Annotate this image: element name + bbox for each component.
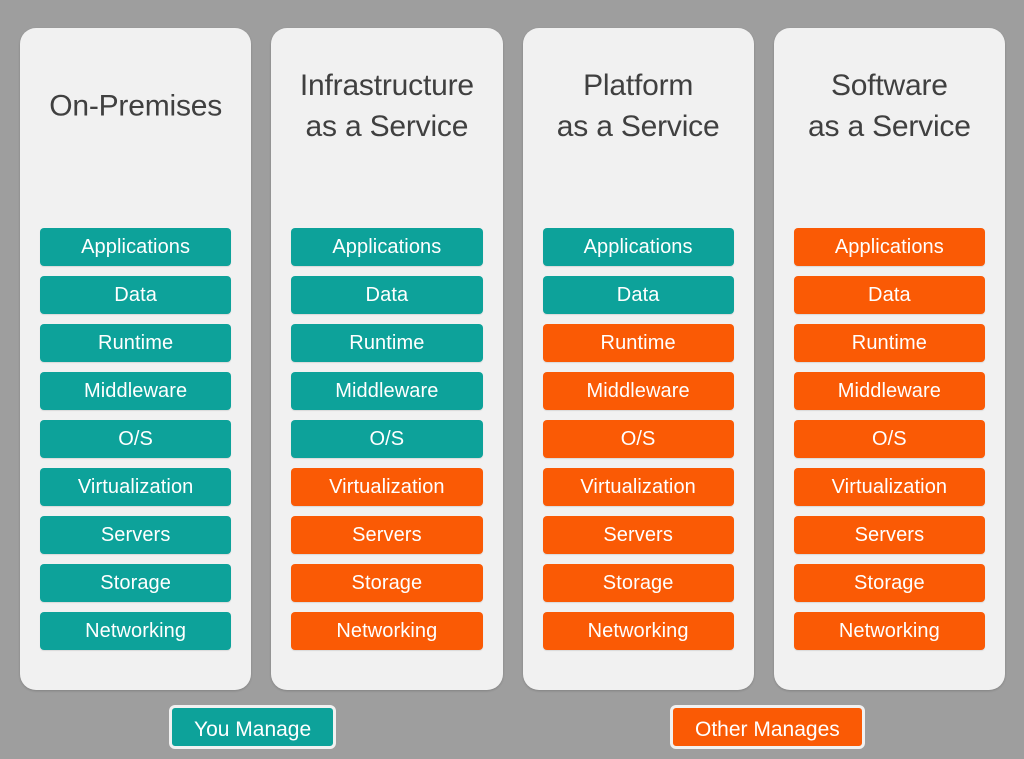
layer-bar: Storage <box>291 564 483 602</box>
layer-bar: Networking <box>542 612 734 650</box>
layer-bar: Applications <box>793 228 985 266</box>
layer-stack-on-premises: Applications Data Runtime Middleware O/S Virt… <box>40 228 232 650</box>
layer-bar: Servers <box>40 516 232 554</box>
layer-bar: Applications <box>291 228 483 266</box>
layer-bar: Middleware <box>542 372 734 410</box>
legend: You Manage Other Manages <box>0 705 1024 753</box>
layer-bar: Storage <box>793 564 985 602</box>
layer-bar: Data <box>291 276 483 314</box>
layer-bar: Networking <box>40 612 232 650</box>
layer-bar: Networking <box>793 612 985 650</box>
layer-bar: Servers <box>542 516 734 554</box>
layer-stack-infrastructure-as-a-service: Applications Data Runtime Middleware O/S Virt… <box>291 228 483 650</box>
layer-bar: Middleware <box>291 372 483 410</box>
column-title-infrastructure-as-a-service: Infrastructure as a Service <box>299 69 474 143</box>
layer-bar: Virtualization <box>291 468 483 506</box>
legend-other-manages: Other Manages <box>670 705 865 749</box>
layer-bar: Servers <box>291 516 483 554</box>
layer-bar: Storage <box>542 564 734 602</box>
layer-bar: Applications <box>542 228 734 266</box>
column-title-platform-as-a-service: Platform as a Service <box>556 69 720 143</box>
layer-bar: Middleware <box>793 372 985 410</box>
column-card-platform-as-a-service: Platform as a Service Applications Data Run… <box>522 28 754 690</box>
layer-bar: O/S <box>40 420 232 458</box>
layer-bar: O/S <box>542 420 734 458</box>
layer-bar: Virtualization <box>793 468 985 506</box>
layer-bar: Runtime <box>793 324 985 362</box>
layer-bar: Networking <box>291 612 483 650</box>
layer-bar: Virtualization <box>542 468 734 506</box>
column-card-infrastructure-as-a-service: Infrastructure as a Service Applications D… <box>271 28 503 690</box>
layer-stack-platform-as-a-service: Applications Data Runtime Middleware O/S Virt… <box>542 228 734 650</box>
layer-bar: Applications <box>40 228 232 266</box>
layer-bar: Data <box>542 276 734 314</box>
column-title-on-premises: On-Premises <box>49 89 223 123</box>
column-card-software-as-a-service: Software as a Service Applications Data Run… <box>773 28 1005 690</box>
service-model-columns: On-Premises Applications Data Runtime Middle… <box>20 28 1005 690</box>
layer-bar: Data <box>40 276 232 314</box>
column-card-on-premises: On-Premises Applications Data Runtime Middle… <box>20 28 252 690</box>
layer-bar: Runtime <box>291 324 483 362</box>
layer-bar: O/S <box>793 420 985 458</box>
layer-bar: Runtime <box>542 324 734 362</box>
layer-bar: Middleware <box>40 372 232 410</box>
layer-bar: O/S <box>291 420 483 458</box>
layer-stack-software-as-a-service: Applications Data Runtime Middleware O/S Virt… <box>793 228 985 650</box>
layer-bar: Virtualization <box>40 468 232 506</box>
cloud-service-models-diagram: On-Premises Applications Data Runtime Middle… <box>0 0 1024 759</box>
legend-you-manage: You Manage <box>169 705 337 749</box>
column-title-software-as-a-service: Software as a Service <box>808 69 971 143</box>
layer-bar: Data <box>793 276 985 314</box>
layer-bar: Servers <box>793 516 985 554</box>
layer-bar: Storage <box>40 564 232 602</box>
layer-bar: Runtime <box>40 324 232 362</box>
